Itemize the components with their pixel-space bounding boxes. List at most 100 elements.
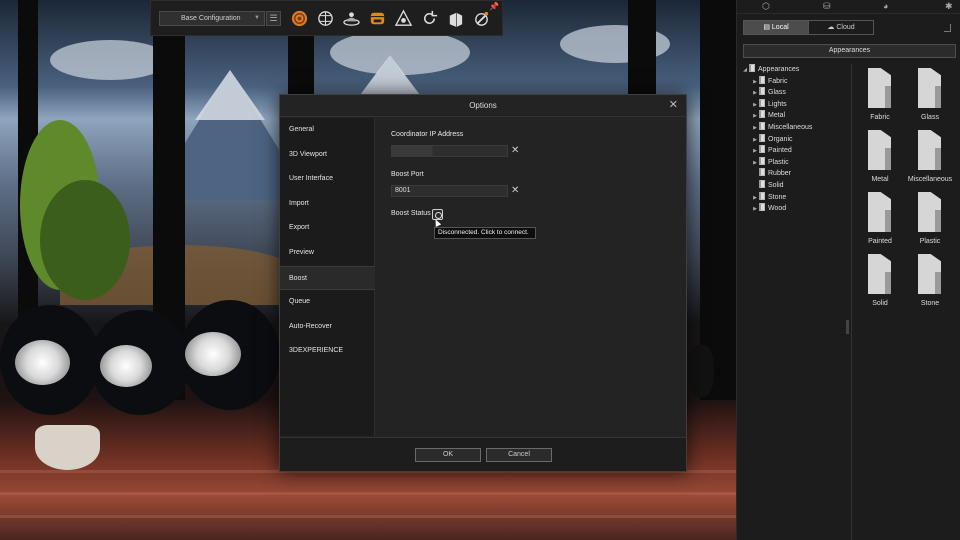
sky-cloud — [50, 40, 170, 80]
nav-boost[interactable]: Boost — [280, 265, 375, 291]
panel-divider[interactable] — [851, 64, 852, 540]
tree-root-appearances[interactable]: ◢ Appearances — [741, 64, 849, 76]
folder-icon — [759, 98, 765, 107]
plant-foliage — [40, 180, 130, 300]
location-toggle: ▤ Local ☁ Cloud — [743, 20, 874, 35]
folder-icon — [868, 192, 891, 232]
tree-item-glass[interactable]: ▶ Glass — [741, 87, 849, 99]
thumbnail-label: Glass — [921, 114, 939, 121]
tree-item-organic[interactable]: ▶ Organic — [741, 133, 849, 146]
environment-icon[interactable] — [342, 9, 361, 28]
refresh-icon[interactable] — [420, 9, 439, 28]
spotlight-bulb — [185, 332, 241, 376]
splitter-handle[interactable] — [846, 320, 849, 334]
coordinator-ip-label: Coordinator IP Address — [391, 131, 464, 138]
thumbnail-label: Metal — [871, 176, 889, 183]
materials-icon[interactable] — [316, 9, 335, 28]
panel-corner-icon[interactable] — [944, 24, 951, 32]
nav-export[interactable]: Export — [280, 216, 375, 241]
close-icon[interactable]: ✕ — [669, 100, 678, 111]
cloud-tab[interactable]: ☁ Cloud — [808, 21, 873, 34]
camera-icon[interactable] — [394, 9, 413, 28]
pin-icon[interactable]: 📌 — [489, 2, 499, 11]
storage-icon: ▤ — [763, 24, 772, 31]
clear-port-icon[interactable]: ✕ — [511, 186, 519, 196]
nav-general[interactable]: General — [280, 118, 375, 143]
thumbnail-label: Plastic — [919, 238, 941, 245]
mountain-snow — [195, 70, 265, 120]
tree-item-plastic[interactable]: ▶ Plastic — [741, 156, 849, 169]
thumbnail-stone[interactable]: Stone — [905, 252, 955, 310]
folder-icon — [918, 68, 941, 108]
ok-button[interactable]: OK — [415, 448, 481, 462]
boost-port-input[interactable]: 8001 — [391, 185, 508, 197]
nav-user-interface[interactable]: User Interface — [280, 167, 375, 192]
folder-icon — [759, 203, 765, 212]
tree-item-metal[interactable]: ▶ Metal — [741, 110, 849, 122]
nav-3dexperience[interactable]: 3DEXPERIENCE — [280, 339, 375, 364]
spotlight-bulb — [100, 345, 152, 387]
folder-icon — [868, 68, 891, 108]
thumbnail-metal[interactable]: Metal — [855, 128, 905, 186]
library-panel-header: ⬡ ⛁ ◕ ✱ — [737, 0, 960, 14]
appearances-button[interactable]: Appearances — [743, 44, 956, 58]
render-icon[interactable] — [290, 9, 309, 28]
thumbnail-plastic[interactable]: Plastic — [905, 190, 955, 248]
cube-icon[interactable]: ⬡ — [762, 1, 770, 12]
gear-icon[interactable]: ✱ — [945, 1, 953, 12]
lighting-icon[interactable] — [368, 9, 387, 28]
thumbnail-painted[interactable]: Painted — [855, 190, 905, 248]
folder-icon — [749, 64, 755, 72]
nav-auto-recover[interactable]: Auto-Recover — [280, 315, 375, 340]
boost-settings: Coordinator IP Address ✕ Boost Port 8001… — [376, 118, 686, 436]
database-icon[interactable]: ⛁ — [823, 1, 831, 12]
geometry-icon[interactable] — [446, 9, 465, 28]
tree-item-wood[interactable]: ▶ Wood — [741, 203, 849, 215]
window-frame — [700, 0, 736, 400]
nav-preview[interactable]: Preview — [280, 241, 375, 266]
nav-queue[interactable]: Queue — [280, 290, 375, 315]
options-dialog: Options ✕ General 3D Viewport User Inter… — [279, 94, 687, 472]
folder-icon — [759, 121, 765, 130]
folder-icon — [759, 179, 765, 188]
main-toolbar: Base Configuration ▼ ☰ 📌 — [150, 0, 503, 36]
configuration-menu-button[interactable]: ☰ — [266, 11, 281, 26]
thumbnail-miscellaneous[interactable]: Miscellaneous — [905, 128, 955, 186]
tree-item-fabric[interactable]: ▶ Fabric — [741, 75, 849, 88]
chevron-down-icon: ▼ — [254, 15, 260, 21]
thumbnail-label: Stone — [920, 300, 940, 307]
tree-item-stone[interactable]: ▶ Stone — [741, 191, 849, 204]
tree-item-miscellaneous[interactable]: ▶ Miscellaneous — [741, 121, 849, 134]
tree-item-label: Painted — [768, 147, 792, 155]
tree-item-label: Metal — [768, 112, 786, 120]
boost-status-label: Boost Status — [391, 210, 431, 217]
thumbnail-glass[interactable]: Glass — [905, 66, 955, 124]
nav-import[interactable]: Import — [280, 192, 375, 217]
coordinator-ip-input[interactable] — [391, 145, 508, 157]
nav-3d-viewport[interactable]: 3D Viewport — [280, 143, 375, 168]
tree-item-label: Stone — [768, 193, 787, 201]
thumbnail-solid[interactable]: Solid — [855, 252, 905, 310]
thumbnail-label: Solid — [872, 300, 888, 307]
tree-item-label: Plastic — [768, 158, 789, 166]
cloud-icon: ☁ — [827, 24, 837, 31]
tree-item-solid[interactable]: Solid — [741, 179, 849, 192]
tree-item-label: Miscellaneous — [768, 123, 813, 131]
cancel-button[interactable]: Cancel — [486, 448, 552, 462]
tree-item-rubber[interactable]: Rubber — [741, 168, 849, 180]
expand-right-icon[interactable]: ▶ — [751, 204, 759, 216]
tree-item-painted[interactable]: ▶ Painted — [741, 145, 849, 157]
globe-icon[interactable]: ◕ — [883, 1, 888, 11]
configuration-dropdown[interactable]: Base Configuration ▼ — [159, 11, 265, 26]
tree-item-label: Wood — [768, 205, 787, 213]
local-tab[interactable]: ▤ Local — [744, 21, 808, 34]
tools-icon[interactable] — [472, 9, 491, 28]
clear-ip-icon[interactable]: ✕ — [511, 146, 519, 156]
tree-item-label: Lights — [768, 100, 787, 108]
thumbnail-label: Fabric — [870, 114, 890, 121]
folder-icon — [759, 110, 765, 119]
tree-item-lights[interactable]: ▶ Lights — [741, 98, 849, 111]
tree-item-label: Rubber — [768, 170, 791, 178]
thumbnail-fabric[interactable]: Fabric — [855, 66, 905, 124]
folder-icon — [759, 75, 765, 84]
